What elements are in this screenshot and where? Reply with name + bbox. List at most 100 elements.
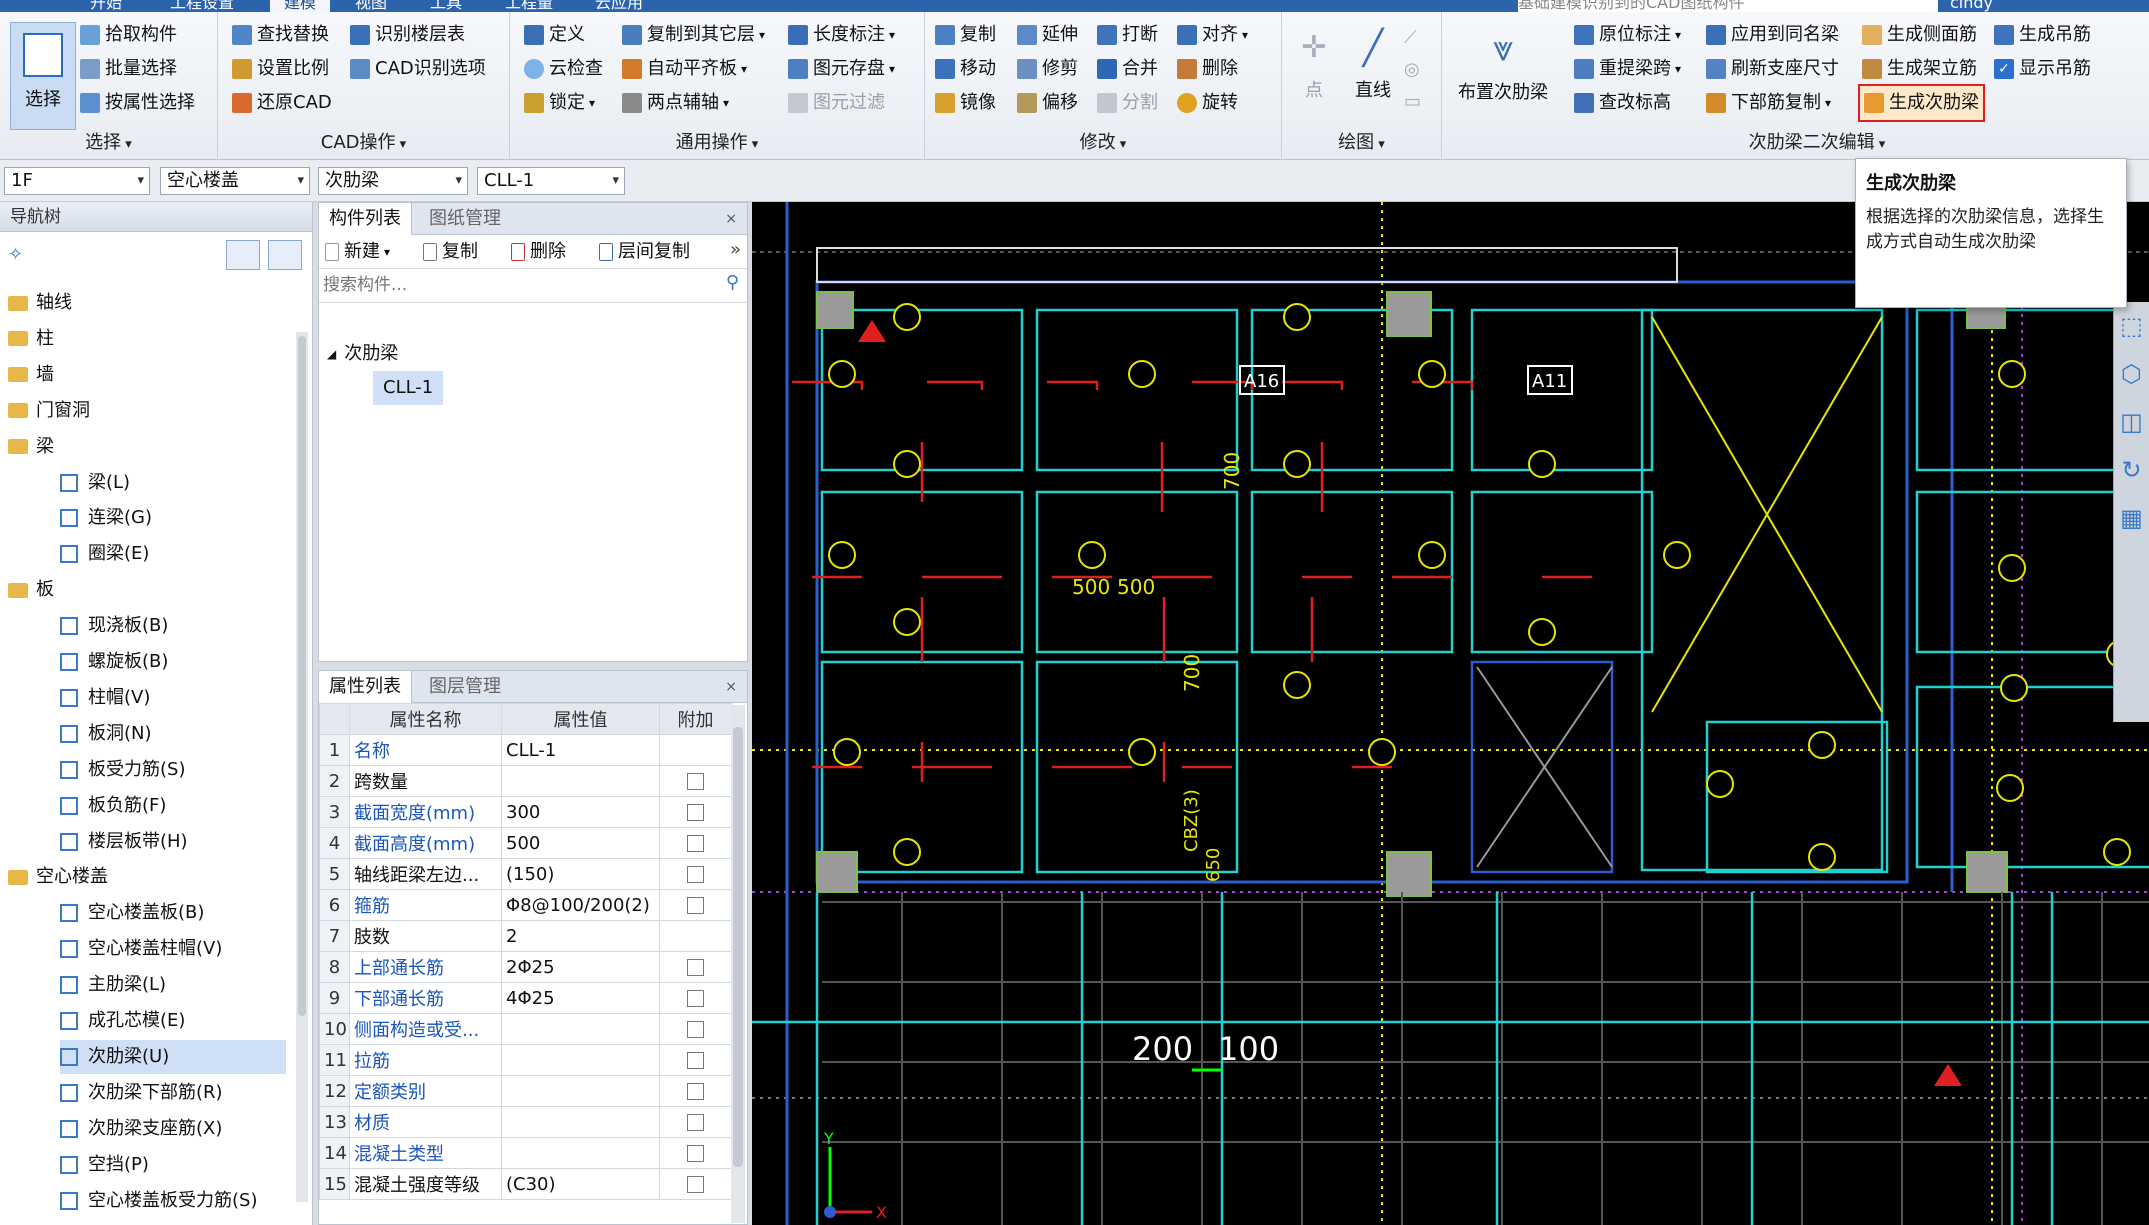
property-row[interactable]: 7 肢数 2 — [319, 920, 732, 952]
length-dimension-button[interactable]: 长度标注 ▾ — [788, 20, 895, 50]
list-view-icon[interactable] — [226, 240, 260, 270]
nav-scroll-thumb[interactable] — [298, 336, 306, 1016]
line-draw-button[interactable]: ╱ 直线 — [1348, 20, 1398, 110]
modify-group-label[interactable]: 修改 — [925, 128, 1281, 154]
extend-button[interactable]: 延伸 — [1017, 20, 1078, 50]
extra-checkbox[interactable] — [687, 1083, 704, 1100]
break-button[interactable]: 打断 — [1097, 20, 1158, 50]
show-hanger-rebar-checkbox[interactable]: ✓ 显示吊筋 — [1994, 54, 2091, 84]
define-button[interactable]: 定义 — [524, 20, 585, 50]
pin-icon[interactable]: ✧ — [8, 244, 23, 265]
move-button[interactable]: 移动 — [935, 54, 996, 84]
nav-item[interactable]: 梁(L) — [60, 466, 286, 500]
pick-component-button[interactable]: 拾取构件 — [80, 20, 177, 50]
nav-item[interactable]: 空心楼盖板(B) — [60, 896, 286, 930]
props-scrollbar[interactable] — [731, 705, 745, 1223]
copy-button[interactable]: 复制 — [935, 20, 996, 50]
nav-item[interactable]: 次肋梁支座筋(X) — [60, 1112, 286, 1146]
cloud-check-button[interactable]: 云检查 — [524, 54, 603, 84]
cube-view-icon[interactable]: ⬚ — [2114, 302, 2149, 350]
property-value[interactable] — [501, 1044, 660, 1076]
cad-group-label[interactable]: CAD操作 — [218, 128, 509, 154]
two-point-axis-button[interactable]: 两点辅轴 ▾ — [622, 88, 729, 118]
props-scroll-thumb[interactable] — [733, 727, 743, 1167]
tab-view[interactable]: 视图 — [355, 0, 387, 12]
select-group-label[interactable]: 选择 — [0, 128, 217, 154]
property-row[interactable]: 4 截面高度(mm) 500 — [319, 827, 732, 859]
nav-item[interactable]: 轴线 — [8, 286, 288, 320]
property-value[interactable] — [501, 1013, 660, 1045]
property-row[interactable]: 12 定额类别 — [319, 1075, 732, 1107]
copy-bottom-rebar-button[interactable]: 下部筋复制 ▾ — [1706, 88, 1831, 118]
property-value[interactable]: CLL-1 — [501, 734, 660, 766]
search-icon[interactable]: ⚲ — [726, 272, 739, 293]
property-value[interactable]: 2 — [501, 920, 660, 952]
common-group-label[interactable]: 通用操作 — [510, 128, 924, 154]
new-button[interactable]: 新建 ▾ — [325, 237, 390, 267]
more-icon[interactable]: » — [730, 239, 741, 260]
nav-item[interactable]: 柱 — [8, 322, 288, 356]
property-row[interactable]: 2 跨数量 — [319, 765, 732, 797]
gen-hanger-rebar-button[interactable]: 生成吊筋 — [1994, 20, 2091, 50]
element-filter-button[interactable]: 图元过滤 — [788, 88, 885, 118]
point-draw-button[interactable]: ✛ 点 — [1294, 20, 1334, 110]
property-row[interactable]: 5 轴线距梁左边... (150) — [319, 858, 732, 890]
property-row[interactable]: 1 名称 CLL-1 — [319, 734, 732, 766]
property-value[interactable] — [501, 1106, 660, 1138]
nav-item[interactable]: 板受力筋(S) — [60, 753, 286, 787]
comp-delete-button[interactable]: 删除 — [511, 237, 566, 267]
split-button[interactable]: 分割 — [1097, 88, 1158, 118]
property-value[interactable]: (150) — [501, 858, 660, 890]
tab-property-list[interactable]: 属性列表 — [319, 671, 412, 703]
nav-item[interactable]: 板负筋(F) — [60, 789, 286, 823]
nav-item[interactable]: 门窗洞 — [8, 394, 288, 428]
identify-floor-table-button[interactable]: 识别楼层表 — [350, 20, 465, 50]
cad-canvas[interactable]: 700 700 CBZ(3) 650 500 500 A16 A11 200 1… — [752, 202, 2149, 1225]
close-icon[interactable]: × — [715, 203, 747, 235]
property-value[interactable] — [501, 1075, 660, 1107]
property-row[interactable]: 8 上部通长筋 2Φ25 — [319, 951, 732, 983]
nav-scrollbar[interactable] — [296, 332, 308, 1202]
property-value[interactable]: 500 — [501, 827, 660, 859]
type-dropdown[interactable]: 次肋梁 — [318, 167, 468, 195]
rotate-view-icon[interactable]: ↻ — [2114, 446, 2149, 494]
property-value[interactable]: 300 — [501, 796, 660, 828]
property-row[interactable]: 3 截面宽度(mm) 300 — [319, 796, 732, 828]
extra-checkbox[interactable] — [687, 990, 704, 1007]
extra-checkbox[interactable] — [687, 1145, 704, 1162]
extra-checkbox[interactable] — [687, 1176, 704, 1193]
grid-view-icon[interactable] — [268, 240, 302, 270]
tab-project-settings[interactable]: 工程设置 — [170, 0, 234, 12]
nav-item[interactable]: 板 — [8, 573, 288, 607]
tab-component-list[interactable]: 构件列表 — [319, 203, 412, 235]
rib-group-label[interactable]: 次肋梁二次编辑 — [1702, 128, 1932, 154]
gen-side-rebar-button[interactable]: 生成侧面筋 — [1862, 20, 1977, 50]
extra-checkbox[interactable] — [687, 1052, 704, 1069]
property-value[interactable]: (C30) — [501, 1168, 660, 1200]
find-replace-button[interactable]: 查找替换 — [232, 20, 329, 50]
lock-button[interactable]: 锁定 ▾ — [524, 88, 595, 118]
extra-checkbox[interactable] — [687, 1021, 704, 1038]
extra-checkbox[interactable] — [687, 959, 704, 976]
component-search-input[interactable] — [323, 272, 703, 298]
in-place-label-button[interactable]: 原位标注 ▾ — [1574, 20, 1681, 50]
restore-cad-button[interactable]: 还原CAD — [232, 88, 332, 118]
nav-item[interactable]: 柱帽(V) — [60, 681, 286, 715]
re-extract-span-button[interactable]: 重提梁跨 ▾ — [1574, 54, 1681, 84]
select-by-property-button[interactable]: 按属性选择 — [80, 88, 195, 118]
nav-item[interactable]: 螺旋板(B) — [60, 645, 286, 679]
property-row[interactable]: 11 拉筋 — [319, 1044, 732, 1076]
nav-item[interactable]: 次肋梁下部筋(R) — [60, 1076, 286, 1110]
category-dropdown[interactable]: 空心楼盖 — [160, 167, 310, 195]
nav-item[interactable]: 现浇板(B) — [60, 609, 286, 643]
tab-start[interactable]: 开始 — [90, 0, 122, 12]
delete-button[interactable]: 删除 — [1177, 54, 1238, 84]
auto-level-slab-button[interactable]: 自动平齐板 ▾ — [622, 54, 747, 84]
check-elevation-button[interactable]: 查改标高 — [1574, 88, 1671, 118]
tab-tools[interactable]: 工具 — [430, 0, 462, 12]
nav-item[interactable]: 成孔芯模(E) — [60, 1004, 286, 1038]
interfloor-copy-button[interactable]: 层间复制 — [599, 237, 690, 267]
tab-quantities[interactable]: 工程量 — [505, 0, 553, 12]
property-value[interactable]: 4Φ25 — [501, 982, 660, 1014]
trim-button[interactable]: 修剪 — [1017, 54, 1078, 84]
